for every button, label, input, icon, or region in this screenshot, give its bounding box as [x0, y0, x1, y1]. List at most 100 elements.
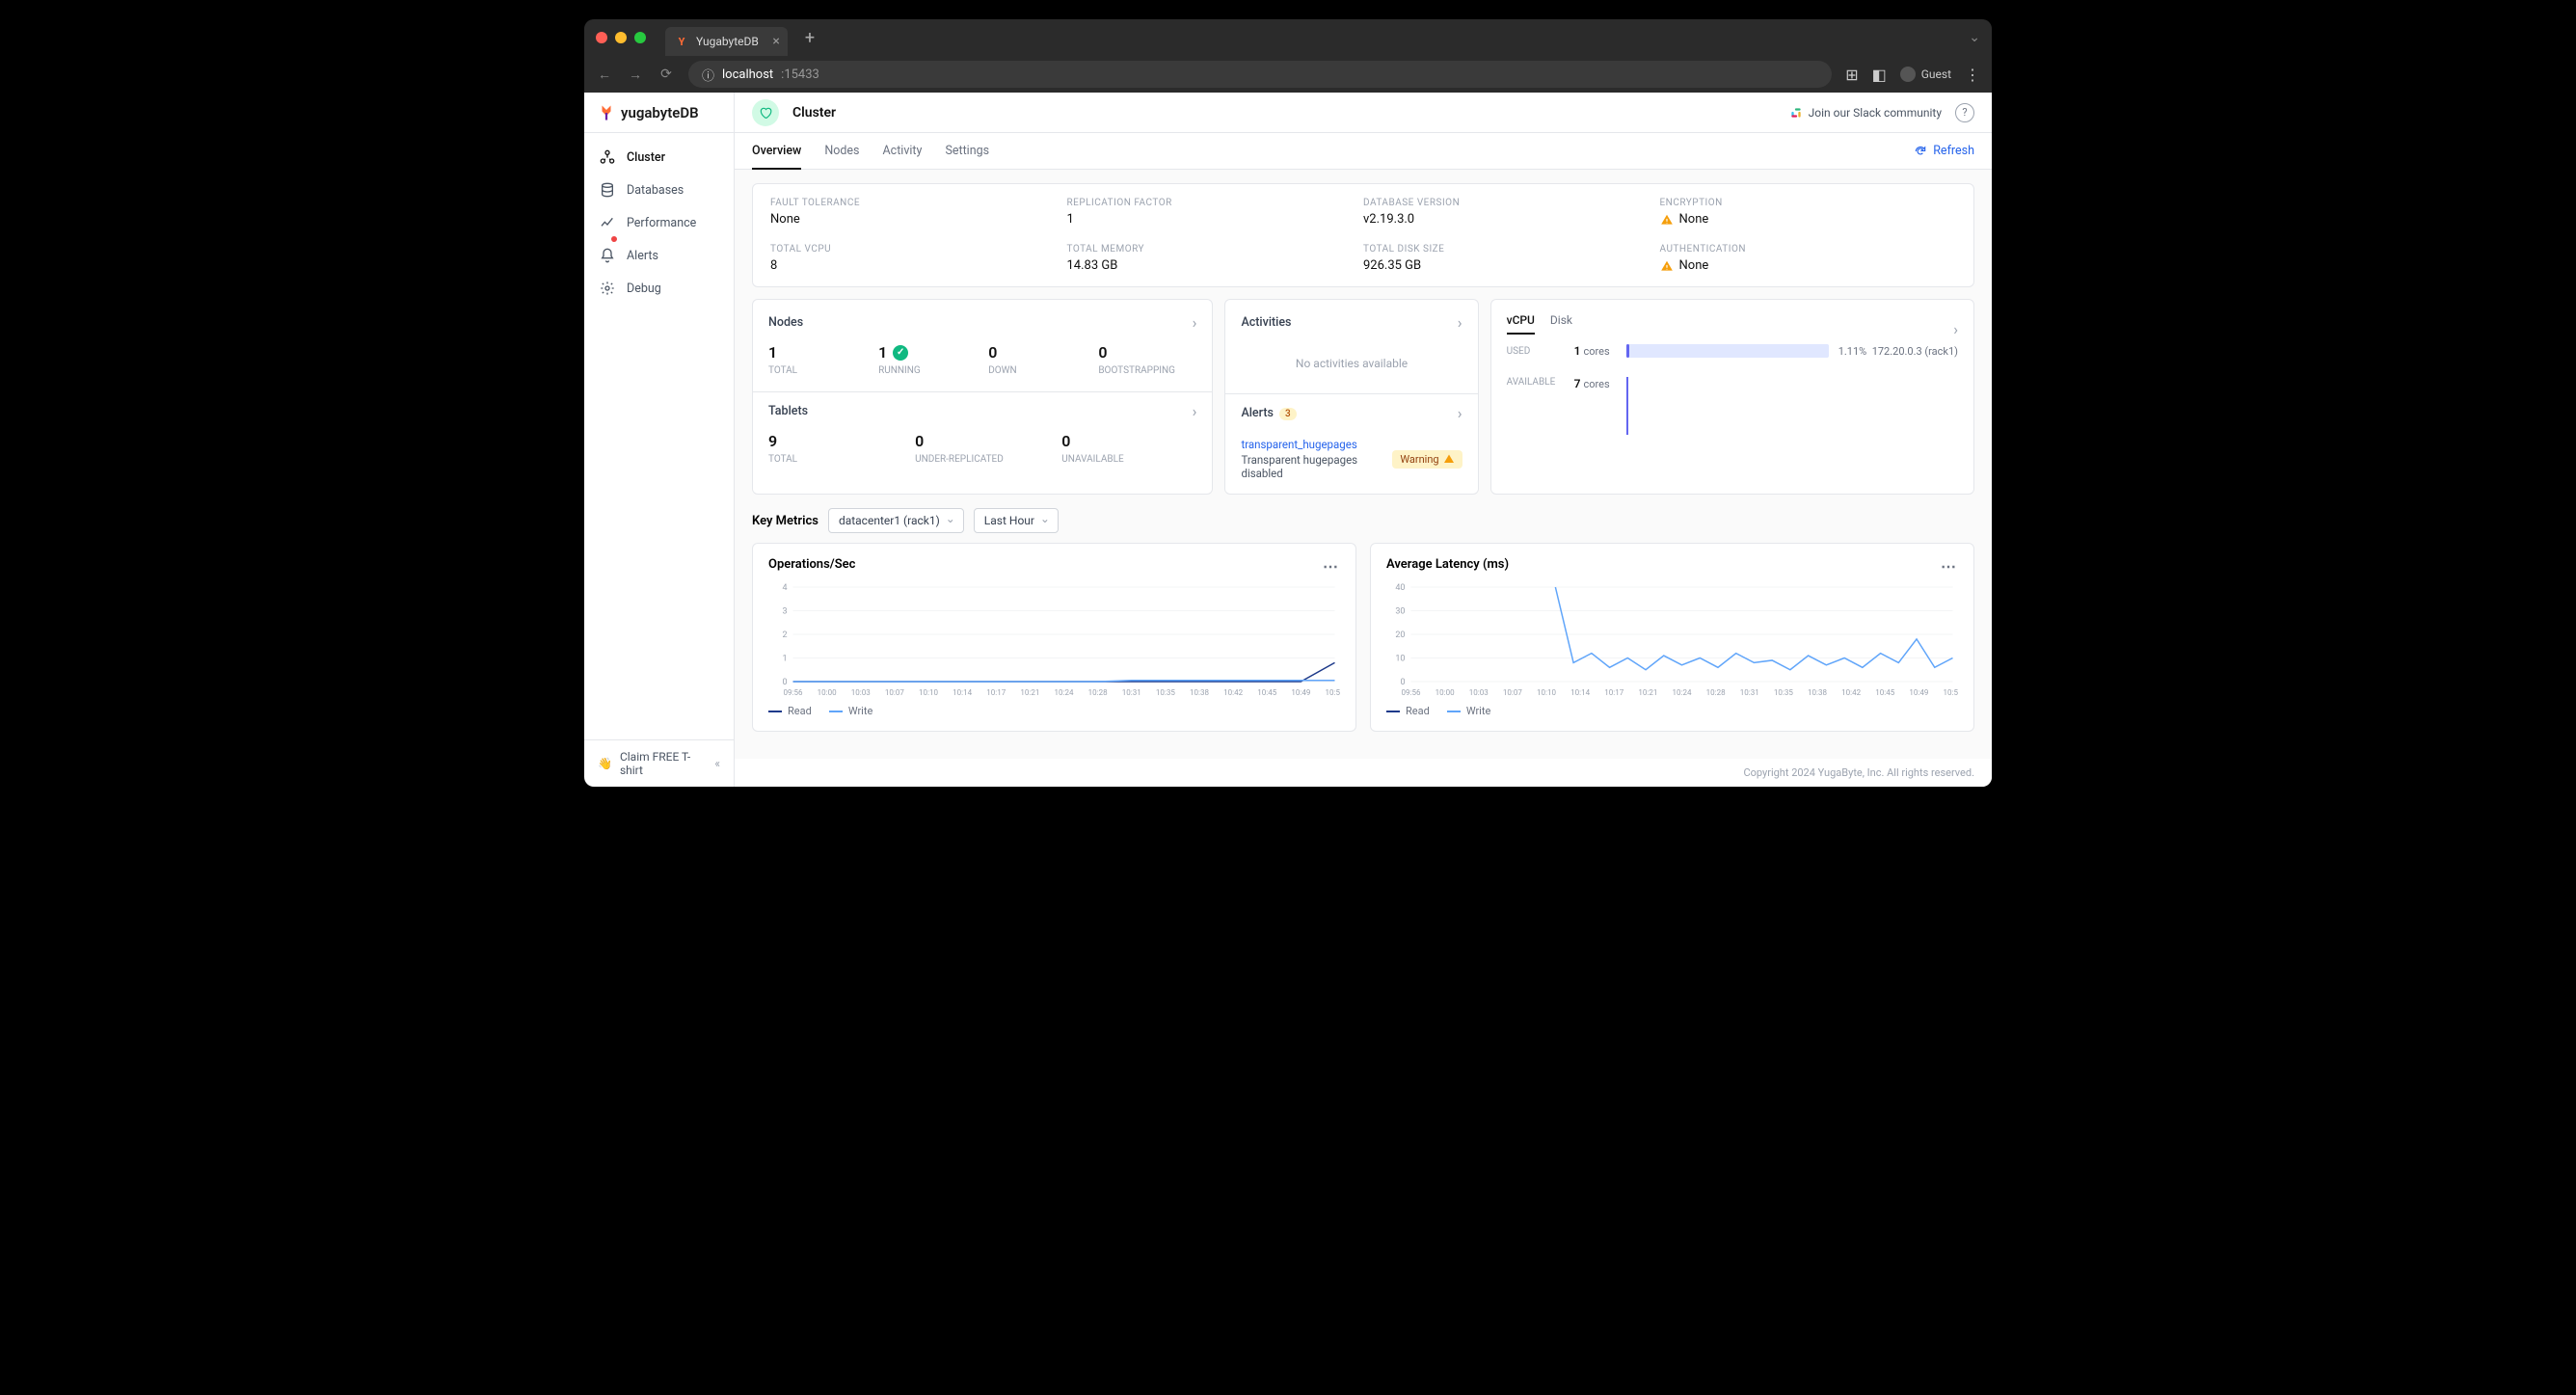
total-disk-value: 926.35 GB: [1363, 258, 1660, 273]
chevron-right-icon[interactable]: ›: [1458, 313, 1462, 332]
svg-text:30: 30: [1395, 607, 1405, 617]
svg-text:10:10: 10:10: [919, 688, 938, 697]
db-version-value: v2.19.3.0: [1363, 212, 1660, 227]
svg-text:10: 10: [1395, 655, 1405, 664]
maximize-window-button[interactable]: [634, 32, 646, 43]
total-vcpu-value: 8: [770, 258, 1067, 273]
forward-button[interactable]: →: [627, 67, 644, 83]
url-host: localhost: [722, 67, 773, 82]
svg-text:4: 4: [782, 583, 787, 593]
svg-text:10:45: 10:45: [1875, 688, 1894, 697]
replication-factor-value: 1: [1067, 212, 1364, 227]
new-tab-button[interactable]: +: [805, 28, 815, 48]
kebab-menu-icon[interactable]: ⋮: [1965, 66, 1980, 84]
yugabyte-logo-icon: [598, 104, 615, 121]
svg-text:10:17: 10:17: [986, 688, 1006, 697]
warning-icon: [1660, 259, 1674, 273]
svg-text:10:28: 10:28: [1088, 688, 1108, 697]
refresh-button[interactable]: Refresh: [1914, 144, 1974, 158]
address-input[interactable]: ⓘ localhost:15433: [688, 61, 1832, 88]
datacenter-select[interactable]: datacenter1 (rack1): [828, 508, 964, 533]
svg-text:40: 40: [1395, 583, 1405, 593]
perf-icon: [600, 215, 615, 230]
sidebar: yugabyteDB Cluster Databases Performance: [584, 93, 735, 787]
gear-icon: [600, 281, 615, 296]
cluster-icon: [600, 149, 615, 165]
svg-text:1: 1: [782, 655, 787, 664]
svg-text:10:17: 10:17: [1604, 688, 1623, 697]
page-header: Cluster Join our Slack community ?: [735, 93, 1992, 133]
nav-alerts[interactable]: Alerts: [584, 239, 734, 272]
nav-label: Cluster: [627, 150, 665, 165]
disk-tab[interactable]: Disk: [1550, 313, 1572, 335]
chevron-right-icon[interactable]: ›: [1458, 404, 1462, 422]
resources-panel: vCPU Disk › USED 1 cores 1.11% 172.20.0.…: [1490, 299, 1974, 495]
qr-icon[interactable]: ⊞: [1845, 66, 1858, 84]
tab-nodes[interactable]: Nodes: [824, 134, 859, 168]
browser-tab[interactable]: Y YugabyteDB ×: [665, 27, 788, 56]
sidebar-footer[interactable]: 👋 Claim FREE T-shirt «: [584, 739, 734, 787]
logo[interactable]: yugabyteDB: [584, 93, 734, 133]
svg-text:0: 0: [782, 678, 787, 687]
nav-debug[interactable]: Debug: [584, 272, 734, 305]
window-chevron-icon[interactable]: ⌄: [1969, 30, 1980, 45]
tabs-row: Overview Nodes Activity Settings Refresh: [735, 133, 1992, 170]
auth-value: None: [1660, 258, 1957, 273]
close-window-button[interactable]: [596, 32, 607, 43]
tab-settings[interactable]: Settings: [945, 134, 989, 168]
check-icon: ✓: [893, 345, 908, 361]
slack-link[interactable]: Join our Slack community: [1789, 106, 1942, 120]
alert-count-badge: 3: [1279, 408, 1297, 420]
slack-icon: [1789, 106, 1803, 120]
chevron-right-icon[interactable]: ›: [1193, 402, 1197, 420]
total-memory-value: 14.83 GB: [1067, 258, 1364, 273]
svg-text:10:03: 10:03: [1469, 688, 1489, 697]
vcpu-tab[interactable]: vCPU: [1507, 313, 1535, 335]
close-tab-icon[interactable]: ×: [772, 34, 779, 49]
collapse-icon[interactable]: «: [714, 757, 720, 770]
back-button[interactable]: ←: [596, 67, 613, 83]
reload-button[interactable]: ⟳: [657, 67, 675, 82]
more-icon[interactable]: ⋯: [1323, 557, 1340, 576]
nav-performance[interactable]: Performance: [584, 206, 734, 239]
chevron-right-icon[interactable]: ›: [1953, 320, 1958, 338]
svg-text:10:07: 10:07: [885, 688, 904, 697]
svg-text:10:07: 10:07: [1503, 688, 1522, 697]
chevron-right-icon[interactable]: ›: [1193, 313, 1197, 332]
bell-icon: [600, 248, 615, 263]
svg-text:10:28: 10:28: [1706, 688, 1726, 697]
svg-text:10:00: 10:00: [1436, 688, 1455, 697]
svg-text:2: 2: [782, 630, 787, 640]
svg-text:10:35: 10:35: [1774, 688, 1793, 697]
svg-text:10:21: 10:21: [1638, 688, 1657, 697]
warning-icon: [1660, 213, 1674, 227]
more-icon[interactable]: ⋯: [1941, 557, 1958, 576]
svg-text:0: 0: [1400, 678, 1405, 687]
minimize-window-button[interactable]: [615, 32, 627, 43]
nav-label: Alerts: [627, 249, 658, 263]
tab-activity[interactable]: Activity: [883, 134, 923, 168]
timerange-select[interactable]: Last Hour: [974, 508, 1059, 533]
nav-databases[interactable]: Databases: [584, 174, 734, 206]
svg-text:10:38: 10:38: [1808, 688, 1827, 697]
traffic-lights: [596, 32, 646, 43]
alert-row[interactable]: transparent_hugepagesTransparent hugepag…: [1241, 434, 1462, 480]
summary-card: FAULT TOLERANCENone REPLICATION FACTOR1 …: [752, 183, 1974, 287]
database-icon: [600, 182, 615, 198]
refresh-icon: [1914, 145, 1927, 158]
tab-title: YugabyteDB: [696, 35, 759, 48]
profile-button[interactable]: Guest: [1900, 67, 1951, 82]
svg-text:10:49: 10:49: [1909, 688, 1928, 697]
used-bar: [1626, 344, 1829, 358]
no-activity-text: No activities available: [1241, 343, 1462, 384]
page-title: Cluster: [792, 105, 836, 121]
svg-text:10:31: 10:31: [1122, 688, 1141, 697]
info-icon: ⓘ: [702, 66, 714, 84]
nav-cluster[interactable]: Cluster: [584, 141, 734, 174]
tab-overview[interactable]: Overview: [752, 134, 801, 170]
nav-label: Performance: [627, 216, 696, 230]
help-icon[interactable]: ?: [1955, 103, 1974, 122]
svg-text:09:56: 09:56: [1402, 688, 1421, 697]
extension-icon[interactable]: ◧: [1872, 66, 1887, 84]
svg-text:10:42: 10:42: [1841, 688, 1861, 697]
